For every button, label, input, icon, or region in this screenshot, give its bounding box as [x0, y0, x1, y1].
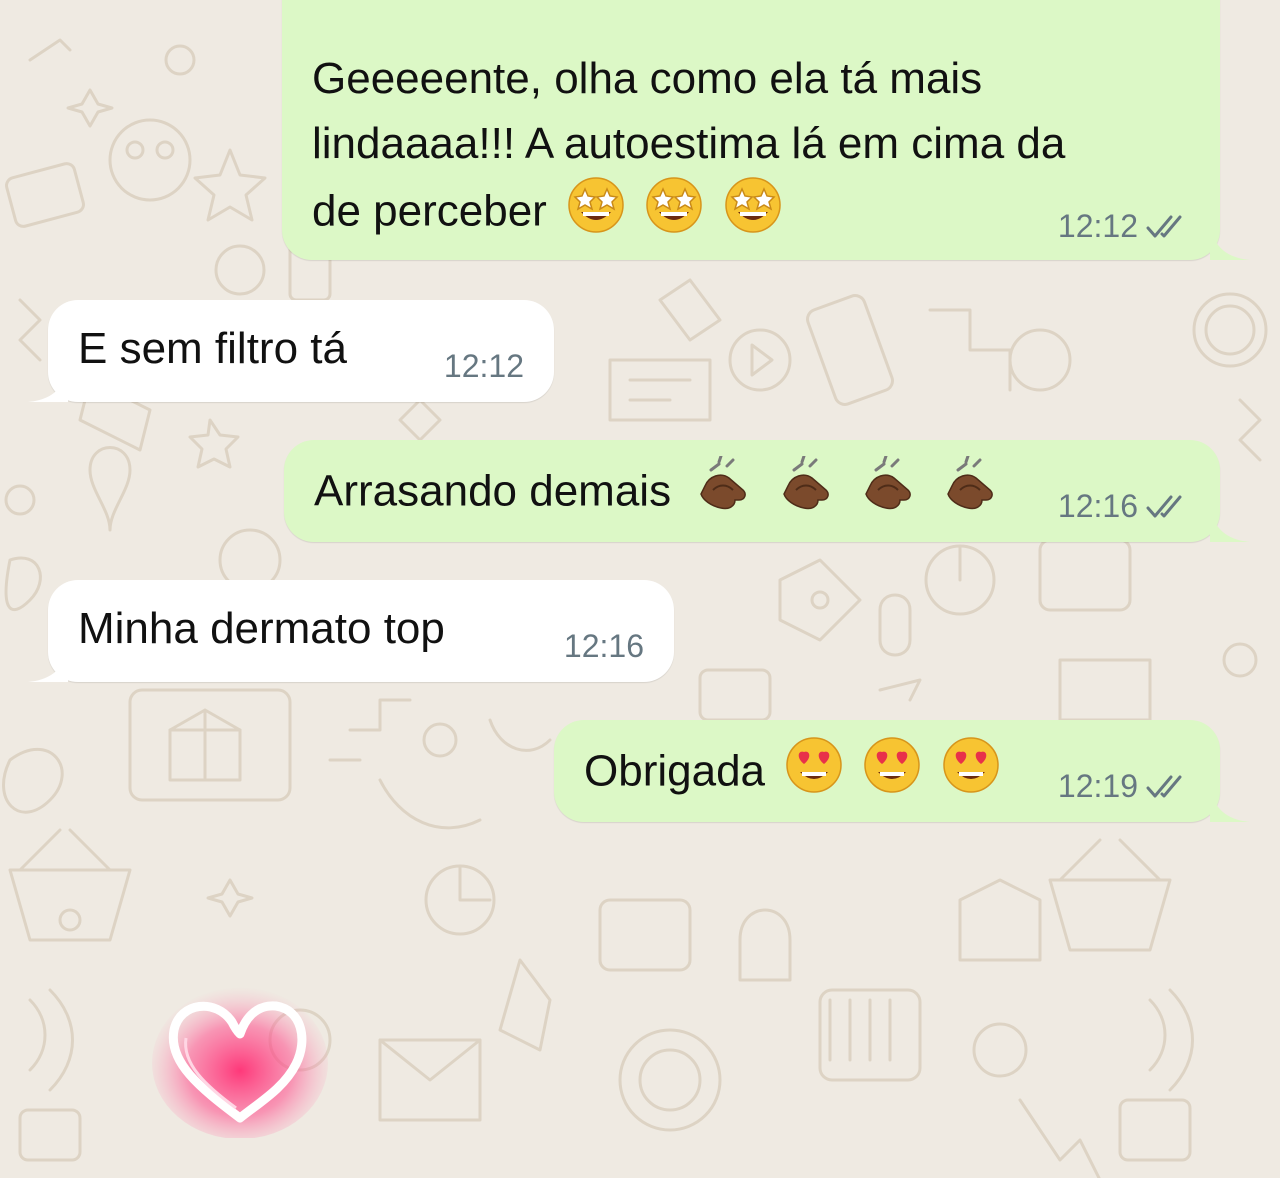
bubble-tail-incoming	[28, 650, 68, 682]
message-meta: 12:12	[1058, 208, 1190, 245]
double-check-icon	[1146, 775, 1182, 797]
message-bubble-outgoing[interactable]: Geeeeente, olha como ela tá mais lindaaa…	[282, 0, 1220, 260]
bubble-tail-outgoing	[1210, 790, 1250, 822]
double-check-icon	[1146, 495, 1182, 517]
message-text-line: Arrasando demais	[314, 454, 1000, 532]
message-timestamp: 12:16	[563, 628, 644, 664]
heart-sticker[interactable]	[150, 978, 330, 1138]
message-text-line: Geeeeente, olha como ela tá mais	[312, 54, 983, 103]
clapping-hands-emoji	[691, 454, 753, 532]
star-struck-emoji	[724, 176, 782, 252]
message-timestamp: 12:19	[1057, 768, 1138, 804]
clapping-hands-emoji	[856, 454, 918, 532]
message-bubble-outgoing[interactable]: Obrigada 12:19	[554, 720, 1220, 822]
message-meta: 12:12	[444, 348, 524, 385]
double-check-icon	[1146, 215, 1182, 237]
message-timestamp: 12:12	[443, 348, 524, 384]
message-timestamp: 12:16	[1057, 488, 1138, 524]
clapping-hands-emoji	[938, 454, 1000, 532]
clapping-hands-emoji	[774, 454, 836, 532]
message-text-line: lindaaaa!!! A autoestima lá em cima da	[312, 119, 1066, 168]
bubble-tail-outgoing	[1210, 228, 1250, 260]
heart-eyes-emoji	[785, 736, 843, 812]
message-text: Arrasando demais	[314, 466, 672, 516]
message-text: de perceber	[312, 186, 547, 236]
star-struck-emoji	[567, 176, 625, 252]
message-text-line: de perceber	[312, 176, 782, 252]
bubble-tail-outgoing	[1210, 510, 1250, 542]
message-text: Minha dermato top	[78, 604, 445, 653]
heart-eyes-emoji	[863, 736, 921, 812]
message-bubble-incoming[interactable]: Minha dermato top 12:16	[48, 580, 674, 682]
message-text-line: Obrigada	[584, 736, 1000, 812]
message-bubble-incoming[interactable]: E sem filtro tá 12:12	[48, 300, 554, 402]
message-timestamp: 12:12	[1057, 208, 1138, 244]
message-meta: 12:16	[1058, 488, 1190, 525]
bubble-tail-incoming	[28, 370, 68, 402]
heart-eyes-emoji	[942, 736, 1000, 812]
star-struck-emoji	[645, 176, 703, 252]
message-meta: 12:16	[564, 628, 644, 665]
message-meta: 12:19	[1058, 768, 1190, 805]
message-text: E sem filtro tá	[78, 324, 347, 373]
message-bubble-outgoing[interactable]: Arrasando demais 12:16	[284, 440, 1220, 542]
message-text: Obrigada	[584, 746, 766, 796]
